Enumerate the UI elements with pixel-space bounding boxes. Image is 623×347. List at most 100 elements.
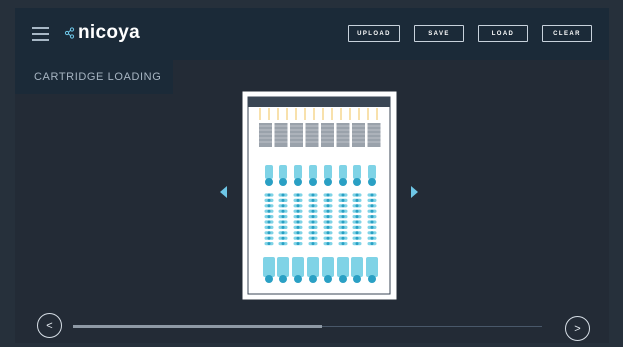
- vial-dot: [355, 220, 359, 224]
- previous-cartridge-arrow-icon[interactable]: [220, 186, 227, 198]
- sample-tube: [279, 165, 287, 179]
- sample-tube: [294, 165, 302, 179]
- filter-block: [290, 123, 303, 147]
- chevron-right-icon: >: [574, 322, 581, 335]
- sample-tube: [309, 165, 317, 179]
- reservoir-outlet: [324, 275, 332, 283]
- vial-dot: [281, 231, 285, 235]
- vial-dot: [311, 231, 315, 235]
- vial-dot: [296, 225, 300, 229]
- vial-dot: [370, 231, 374, 235]
- vial-dot: [311, 193, 315, 197]
- vial-dot: [281, 215, 285, 219]
- vial-dot: [370, 209, 374, 213]
- vial-dot: [296, 215, 300, 219]
- brand-name: nicoya: [78, 22, 140, 43]
- vial-dot: [326, 193, 330, 197]
- reservoir-outlet: [265, 275, 273, 283]
- load-button[interactable]: LOAD: [478, 25, 528, 42]
- vial-dot: [341, 198, 345, 202]
- menu-line: [32, 39, 49, 41]
- vial-dot: [370, 236, 374, 240]
- vial-dot: [370, 220, 374, 224]
- reservoir: [351, 257, 363, 277]
- filter-block: [259, 123, 272, 147]
- vial-dot: [326, 209, 330, 213]
- top-bar: nicoya UPLOAD SAVE LOAD CLEAR: [15, 8, 609, 60]
- tube-outlet: [324, 178, 332, 186]
- vial-dot: [281, 242, 285, 246]
- vial-dot: [341, 193, 345, 197]
- vial-dot: [326, 236, 330, 240]
- save-button[interactable]: SAVE: [414, 25, 464, 42]
- reservoir: [366, 257, 378, 277]
- vial-dot: [281, 204, 285, 208]
- vial-dot: [281, 220, 285, 224]
- sample-tube: [339, 165, 347, 179]
- tube-outlet: [294, 178, 302, 186]
- tube-outlet: [265, 178, 273, 186]
- vial-dot: [341, 220, 345, 224]
- chevron-left-icon: <: [46, 319, 53, 332]
- section-title: CARTRIDGE LOADING: [15, 60, 173, 94]
- vial-dot: [296, 220, 300, 224]
- vial-dot: [370, 198, 374, 202]
- next-step-button[interactable]: >: [565, 316, 590, 341]
- vial-dot: [296, 204, 300, 208]
- tube-outlet: [353, 178, 361, 186]
- reservoir-outlet: [353, 275, 361, 283]
- vial-dot: [311, 220, 315, 224]
- vial-dot: [355, 209, 359, 213]
- vial-dot: [341, 231, 345, 235]
- next-cartridge-arrow-icon[interactable]: [411, 186, 418, 198]
- vial-dot: [355, 204, 359, 208]
- vial-dot: [326, 225, 330, 229]
- vial-dot: [267, 236, 271, 240]
- vial-dot: [341, 204, 345, 208]
- vial-dot: [341, 209, 345, 213]
- vial-dot: [296, 242, 300, 246]
- vial-dot: [326, 231, 330, 235]
- vial-dot: [355, 215, 359, 219]
- vial-dot: [326, 242, 330, 246]
- clear-button[interactable]: CLEAR: [542, 25, 592, 42]
- vial-dot: [311, 225, 315, 229]
- vial-dot: [355, 236, 359, 240]
- cartridge-header-bar: [248, 97, 390, 107]
- vial-dot: [311, 242, 315, 246]
- filter-block: [274, 123, 288, 147]
- vial-dot: [326, 215, 330, 219]
- vial-dot: [281, 225, 285, 229]
- vial-dot: [281, 236, 285, 240]
- hamburger-menu-button[interactable]: [32, 27, 49, 41]
- vial-dot: [341, 215, 345, 219]
- vial-dot: [341, 242, 345, 246]
- previous-step-button[interactable]: <: [37, 313, 62, 338]
- menu-line: [32, 27, 49, 29]
- reservoir: [337, 257, 349, 277]
- vial-dot: [326, 198, 330, 202]
- reservoir: [263, 257, 275, 277]
- reservoir-outlet: [339, 275, 347, 283]
- vial-dot: [355, 225, 359, 229]
- vial-dot: [267, 220, 271, 224]
- reservoir: [277, 257, 289, 277]
- progress-track: [73, 325, 542, 328]
- vial-dot: [370, 204, 374, 208]
- vial-dot: [355, 231, 359, 235]
- toolbar-actions: UPLOAD SAVE LOAD CLEAR: [334, 25, 592, 42]
- sample-tube: [265, 165, 273, 179]
- vial-dot: [267, 242, 271, 246]
- sample-tube: [353, 165, 361, 179]
- vial-dot: [370, 215, 374, 219]
- upload-button[interactable]: UPLOAD: [348, 25, 400, 42]
- menu-line: [32, 33, 49, 35]
- tube-outlet: [339, 178, 347, 186]
- reservoir-outlet: [294, 275, 302, 283]
- nicoya-mark-icon: [64, 27, 75, 39]
- vial-dot: [341, 225, 345, 229]
- reservoir-outlet: [368, 275, 376, 283]
- tube-outlet: [368, 178, 376, 186]
- filter-block: [336, 123, 350, 147]
- tube-outlet: [279, 178, 287, 186]
